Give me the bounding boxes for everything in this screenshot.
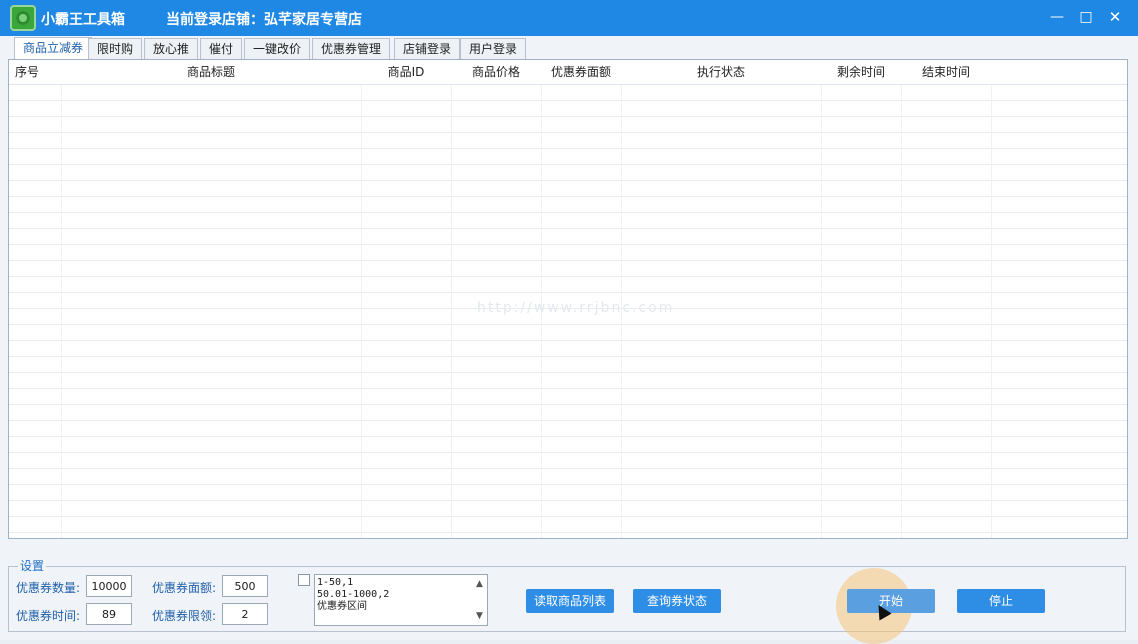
app-logo-icon [10,5,36,31]
settings-legend: 设置 [18,557,47,574]
tab-coupon-management[interactable]: 优惠券管理 [312,38,391,59]
close-button[interactable]: ✕ [1103,6,1127,28]
coupon-limit-input[interactable]: 2 [222,603,268,625]
maximize-button[interactable]: □ [1074,6,1098,28]
tab-price-change[interactable]: 一键改价 [244,38,311,59]
product-table[interactable]: 序号 商品标题 商品ID 商品价格 优惠券面额 执行状态 剩余时间 结束时间 h… [8,59,1128,539]
column-header-coupon-amount[interactable]: 优惠券面额 [541,60,621,84]
title-bar[interactable]: 小霸王工具箱 当前登录店铺：弘芊家居专营店 — □ ✕ [0,0,1138,36]
tab-payment-reminder[interactable]: 催付 [200,38,243,59]
coupon-amount-input[interactable]: 500 [222,575,268,597]
column-header-product-id[interactable]: 商品ID [361,60,451,84]
stop-button[interactable]: 停止 [957,589,1045,613]
coupon-count-input[interactable]: 10000 [86,575,132,597]
table-header: 序号 商品标题 商品ID 商品价格 优惠券面额 执行状态 剩余时间 结束时间 [9,60,1127,85]
scroll-down-arrow-icon[interactable]: ▼ [472,609,487,623]
coupon-amount-label: 优惠券面额: [152,581,217,595]
start-button[interactable]: 开始 [847,589,935,613]
app-window: 小霸王工具箱 当前登录店铺：弘芊家居专营店 — □ ✕ 商品立减券 限时购 放心… [0,0,1138,644]
column-header-title[interactable]: 商品标题 [61,60,361,84]
tab-promote[interactable]: 放心推 [144,38,199,59]
tab-user-login[interactable]: 用户登录 [460,38,527,59]
watermark: http://www.rrjbnc.com [477,300,675,316]
column-header-remaining-time[interactable]: 剩余时间 [821,60,901,84]
column-header-end-time[interactable]: 结束时间 [901,60,991,84]
column-header-price[interactable]: 商品价格 [451,60,541,84]
column-header-index[interactable]: 序号 [9,60,61,84]
coupon-limit-label: 优惠券限领: [152,609,217,623]
tab-store-login[interactable]: 店铺登录 [394,38,461,59]
coupon-time-label: 优惠券时间: [16,609,81,623]
coupon-time-input[interactable]: 89 [86,603,132,625]
scroll-up-arrow-icon[interactable]: ▲ [472,577,487,591]
tab-bar: 商品立减券 限时购 放心推 催付 一键改价 优惠券管理 店铺登录 用户登录 [8,37,1128,59]
tab-product-coupon[interactable]: 商品立减券 [14,37,93,59]
tab-flash-sale[interactable]: 限时购 [88,38,143,59]
read-product-list-button[interactable]: 读取商品列表 [526,589,614,613]
coupon-range-textarea[interactable]: 1-50,1 50.01-1000,2 优惠券区间 [314,574,488,626]
coupon-range-checkbox[interactable] [298,574,310,586]
coupon-count-label: 优惠券数量: [16,581,81,595]
current-store-label: 当前登录店铺：弘芊家居专营店 [166,12,362,28]
app-title: 小霸王工具箱 [41,12,125,28]
minimize-button[interactable]: — [1045,6,1069,28]
column-header-status[interactable]: 执行状态 [621,60,821,84]
query-coupon-status-button[interactable]: 查询券状态 [633,589,721,613]
